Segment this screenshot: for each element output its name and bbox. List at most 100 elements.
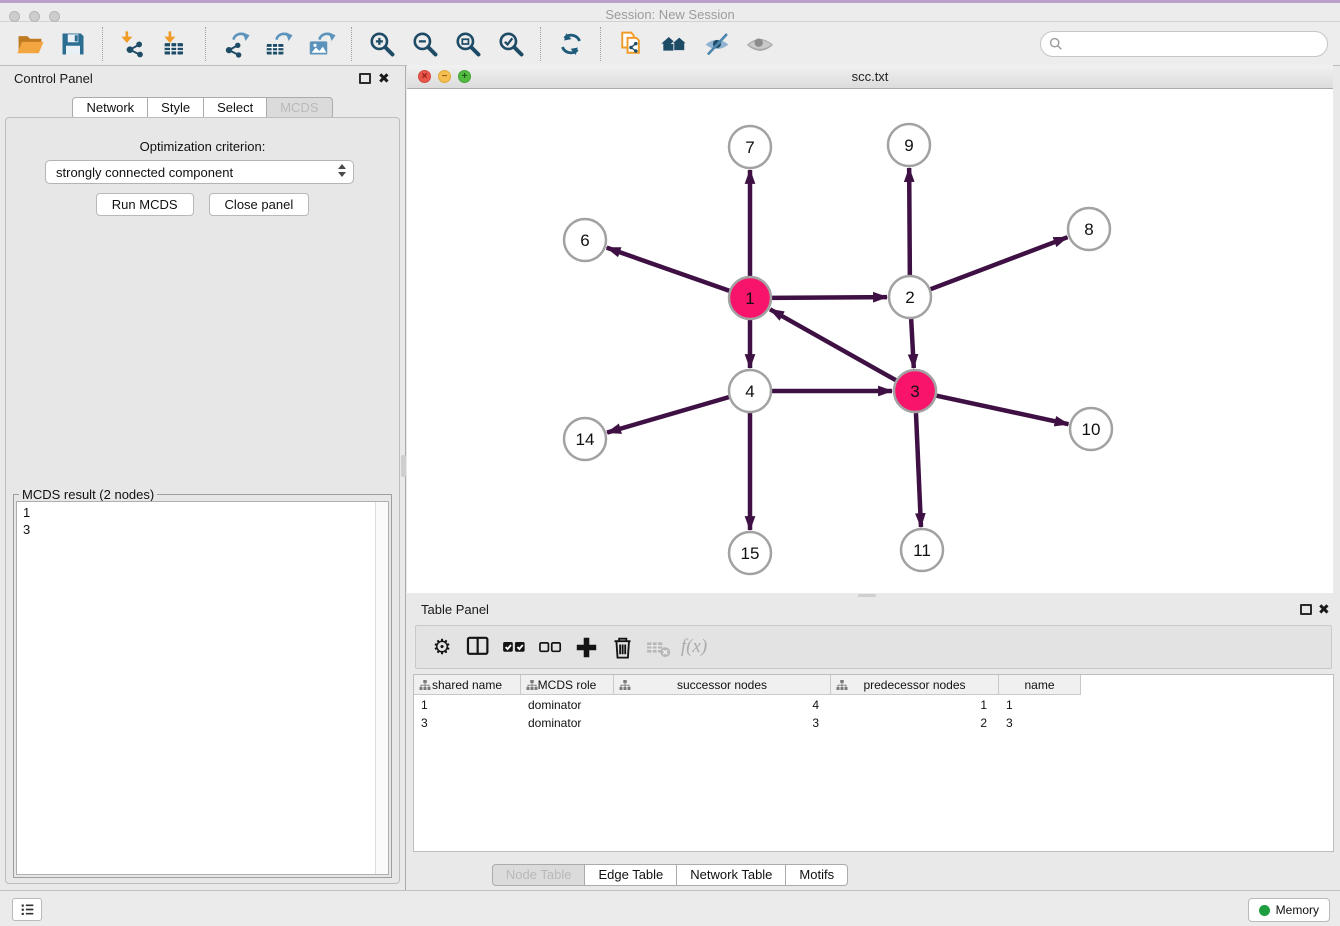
splitter-handle-vertical[interactable] bbox=[401, 455, 406, 477]
column-header-predecessor-nodes[interactable]: predecessor nodes bbox=[831, 675, 999, 695]
preview-eye-icon[interactable] bbox=[744, 29, 775, 60]
column-header-MCDS-role[interactable]: MCDS role bbox=[521, 675, 614, 695]
open-session-icon[interactable] bbox=[14, 29, 45, 60]
tab-mcds[interactable]: MCDS bbox=[266, 97, 332, 119]
mcds-result-lines: 1 3 bbox=[17, 502, 388, 538]
dropdown-stepper-icon bbox=[338, 164, 346, 177]
main-toolbar bbox=[0, 22, 1340, 66]
run-mcds-button[interactable]: Run MCDS bbox=[96, 193, 194, 216]
tab-select[interactable]: Select bbox=[203, 97, 267, 119]
memory-button[interactable]: Memory bbox=[1248, 898, 1330, 922]
deselect-all-icon[interactable] bbox=[532, 629, 568, 665]
edge-2-9[interactable] bbox=[909, 168, 910, 275]
memory-label: Memory bbox=[1276, 903, 1319, 917]
delete-column-icon[interactable] bbox=[604, 629, 640, 665]
cell-shared-name[interactable]: 3 bbox=[414, 714, 521, 732]
export-network-icon[interactable] bbox=[220, 29, 251, 60]
import-table-icon[interactable] bbox=[160, 29, 191, 60]
cell-MCDS-role[interactable]: dominator bbox=[521, 696, 614, 714]
status-bar: Memory bbox=[0, 890, 1340, 926]
graph-node-2[interactable]: 2 bbox=[889, 276, 931, 318]
mcds-result-group: MCDS result (2 nodes) 1 3 bbox=[13, 494, 392, 878]
tab-node-table[interactable]: Node Table bbox=[492, 864, 586, 886]
cell-successor-nodes[interactable]: 4 bbox=[614, 696, 831, 714]
table-float-panel-icon[interactable] bbox=[1300, 604, 1312, 615]
column-tree-icon bbox=[419, 679, 431, 690]
cell-predecessor-nodes[interactable]: 1 bbox=[831, 696, 999, 714]
tab-style[interactable]: Style bbox=[147, 97, 204, 119]
graph-node-3[interactable]: 3 bbox=[894, 370, 936, 412]
edge-2-8[interactable] bbox=[931, 237, 1068, 289]
network-canvas[interactable]: 1 2 3 4 6 7 8 9 10 11 14 15 bbox=[407, 89, 1333, 593]
save-session-icon[interactable] bbox=[57, 29, 88, 60]
close-panel-icon[interactable]: ✖ bbox=[378, 70, 390, 86]
graph-node-11[interactable]: 11 bbox=[901, 529, 943, 571]
home-icon[interactable] bbox=[658, 29, 689, 60]
search-input[interactable] bbox=[1068, 36, 1327, 53]
split-panel-icon[interactable] bbox=[460, 629, 496, 665]
tab-network-table[interactable]: Network Table bbox=[676, 864, 786, 886]
tab-edge-table[interactable]: Edge Table bbox=[584, 864, 677, 886]
search-field[interactable] bbox=[1040, 31, 1328, 57]
show-panels-button[interactable] bbox=[12, 898, 42, 921]
close-panel-button[interactable]: Close panel bbox=[209, 193, 310, 216]
cell-MCDS-role[interactable]: dominator bbox=[521, 714, 614, 732]
column-header-successor-nodes[interactable]: successor nodes bbox=[614, 675, 831, 695]
control-panel-tabs: NetworkStyleSelectMCDS bbox=[0, 97, 405, 119]
table-close-panel-icon[interactable]: ✖ bbox=[1318, 601, 1330, 617]
function-builder-icon: f(x) bbox=[676, 629, 712, 665]
table-row[interactable]: 1dominator411 bbox=[414, 696, 1081, 714]
graph-node-1[interactable]: 1 bbox=[729, 277, 771, 319]
edge-3-10[interactable] bbox=[937, 396, 1069, 425]
graph-node-7[interactable]: 7 bbox=[729, 126, 771, 168]
graph-node-6[interactable]: 6 bbox=[564, 219, 606, 261]
add-column-icon[interactable] bbox=[568, 629, 604, 665]
column-header-name[interactable]: name bbox=[999, 675, 1081, 695]
table-row[interactable]: 3dominator323 bbox=[414, 714, 1081, 732]
cell-name[interactable]: 1 bbox=[999, 696, 1081, 714]
edge-4-14[interactable] bbox=[607, 397, 729, 432]
cell-name[interactable]: 3 bbox=[999, 714, 1081, 732]
edge-1-6[interactable] bbox=[607, 248, 730, 291]
zoom-selected-icon[interactable] bbox=[495, 29, 526, 60]
edge-1-2[interactable] bbox=[772, 297, 887, 298]
optimization-criterion-dropdown[interactable]: strongly connected component bbox=[45, 160, 354, 184]
result-scrollbar[interactable] bbox=[375, 502, 388, 874]
select-all-icon[interactable] bbox=[496, 629, 532, 665]
graph-node-9[interactable]: 9 bbox=[888, 124, 930, 166]
search-icon bbox=[1049, 37, 1063, 51]
application-window: Session: New Session Control Panel ✖ Net… bbox=[0, 0, 1340, 926]
cell-successor-nodes[interactable]: 3 bbox=[614, 714, 831, 732]
export-table-icon[interactable] bbox=[263, 29, 294, 60]
tab-network[interactable]: Network bbox=[72, 97, 148, 119]
graph-node-8[interactable]: 8 bbox=[1068, 208, 1110, 250]
zoom-out-icon[interactable] bbox=[409, 29, 440, 60]
mcds-tab-content: Optimization criterion: strongly connect… bbox=[5, 117, 400, 884]
refresh-icon[interactable] bbox=[555, 29, 586, 60]
float-panel-icon[interactable] bbox=[359, 73, 371, 84]
edge-3-1[interactable] bbox=[770, 309, 896, 380]
dropdown-value: strongly connected component bbox=[56, 165, 233, 180]
graph-node-4[interactable]: 4 bbox=[729, 370, 771, 412]
import-network-icon[interactable] bbox=[117, 29, 148, 60]
export-image-icon[interactable] bbox=[306, 29, 337, 60]
graph-node-15[interactable]: 15 bbox=[729, 532, 771, 574]
column-header-shared-name[interactable]: shared name bbox=[414, 675, 521, 695]
graph-node-14[interactable]: 14 bbox=[564, 418, 606, 460]
settings-gear-icon[interactable]: ⚙ bbox=[424, 629, 460, 665]
svg-text:2: 2 bbox=[905, 288, 914, 307]
network-files-icon[interactable] bbox=[615, 29, 646, 60]
table-panel-title: Table Panel bbox=[421, 602, 489, 617]
zoom-fit-icon[interactable] bbox=[452, 29, 483, 60]
hide-unhide-icon[interactable] bbox=[701, 29, 732, 60]
mcds-result-textarea[interactable]: 1 3 bbox=[16, 501, 389, 875]
cell-predecessor-nodes[interactable]: 2 bbox=[831, 714, 999, 732]
edge-3-11[interactable] bbox=[916, 413, 921, 527]
cell-shared-name[interactable]: 1 bbox=[414, 696, 521, 714]
graph-node-10[interactable]: 10 bbox=[1070, 408, 1112, 450]
tab-motifs[interactable]: Motifs bbox=[785, 864, 848, 886]
edge-2-3[interactable] bbox=[911, 319, 914, 368]
zoom-in-icon[interactable] bbox=[366, 29, 397, 60]
column-tree-icon bbox=[526, 679, 538, 690]
table-panel-header: Table Panel ✖ bbox=[407, 597, 1340, 623]
